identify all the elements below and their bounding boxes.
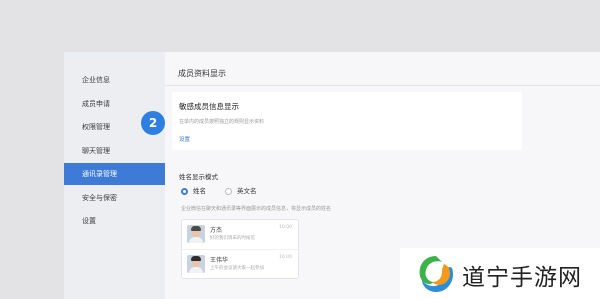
radio-english-name-label[interactable]: 英文名 [237, 187, 257, 196]
contact-message: 上午的会议请大家一起参加 [210, 266, 264, 271]
contact-time: 10:00 [279, 255, 292, 260]
sensitive-info-card: 敏感成员信息显示 在单内的成员按照独立的规则显示资料 设置 [172, 92, 522, 150]
list-item: 方杰 好的我们周末的时候见 10:00 [182, 220, 298, 249]
sidebar: 企业信息 成员申请 权限管理 聊天管理 通讯录管理 安全与保密 设置 [64, 52, 165, 299]
contact-name: 王伟华 [210, 257, 229, 264]
radio-english-name[interactable] [225, 188, 232, 195]
name-preview-list: 方杰 好的我们周末的时候见 10:00 王伟华 上午的会议请大家一起参加 10:… [181, 219, 299, 279]
sidebar-item-contacts-management[interactable]: 通讯录管理 [64, 163, 165, 185]
sidebar-item-settings[interactable]: 设置 [64, 210, 165, 232]
section-title: 成员资料显示 [178, 69, 226, 78]
watermark: 道宁手游网 [400, 248, 600, 299]
name-mode-title: 姓名显示模式 [179, 173, 218, 181]
avatar [187, 225, 205, 243]
step-number-badge: 2 [141, 111, 165, 135]
sidebar-item-security[interactable]: 安全与保密 [64, 187, 165, 209]
name-mode-options: 姓名 英文名 [181, 187, 401, 197]
sidebar-item-chat-management[interactable]: 聊天管理 [64, 140, 165, 162]
card-title: 敏感成员信息显示 [179, 102, 239, 111]
settings-link[interactable]: 设置 [179, 135, 190, 143]
watermark-text: 道宁手游网 [462, 265, 582, 291]
contact-time: 10:00 [279, 225, 292, 230]
card-description: 在单内的成员按照独立的规则显示资料 [179, 119, 265, 125]
list-item: 王伟华 上午的会议请大家一起参加 10:00 [182, 249, 298, 278]
radio-name[interactable] [181, 188, 188, 195]
swirl-logo-icon [419, 256, 454, 292]
radio-name-label[interactable]: 姓名 [193, 187, 206, 196]
name-mode-description: 企业微信在聊天和通讯录等界面展示的成员信息，将显示成员的姓名 [181, 206, 332, 212]
divider [165, 85, 600, 86]
contact-name: 方杰 [210, 227, 223, 234]
contact-message: 好的我们周末的时候见 [210, 236, 255, 241]
sidebar-item-company-info[interactable]: 企业信息 [64, 69, 165, 91]
avatar [187, 255, 205, 273]
